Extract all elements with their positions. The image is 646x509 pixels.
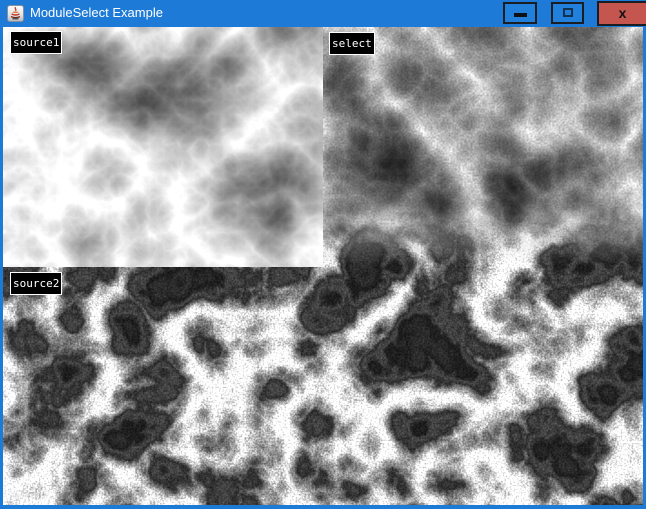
maximize-square-icon [563,8,573,17]
java-coffee-cup-icon[interactable] [7,5,24,22]
window-title: ModuleSelect Example [30,0,163,27]
source2-label: source2 [10,272,62,295]
close-button[interactable]: x [597,1,646,26]
source1-label: source1 [10,31,62,54]
select-label: select [329,32,375,55]
render-canvas: source1 select source2 [3,27,643,505]
source1-texture [3,27,323,267]
noise-canvas [3,27,643,505]
maximize-button[interactable] [551,2,584,24]
minimize-dash-icon [514,13,527,17]
titlebar[interactable]: ModuleSelect Example x [0,0,646,27]
app-window: ModuleSelect Example x [0,0,646,509]
minimize-button[interactable] [503,2,537,24]
close-x-icon: x [599,3,646,23]
